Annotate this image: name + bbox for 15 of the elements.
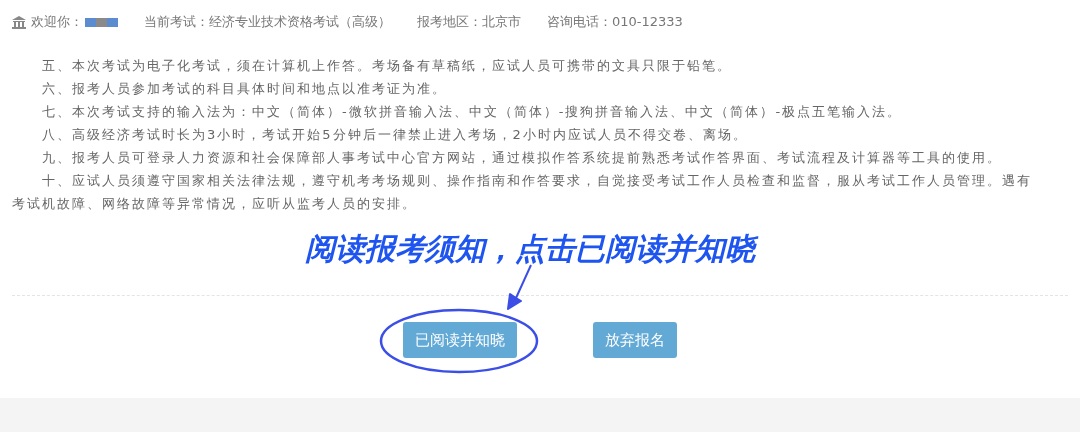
header-info: 咨询电话：010-12333 [547,13,683,31]
pointer-arrow [507,264,533,310]
notice-paragraph: 九、报考人员可登录人力资源和社会保障部人事考试中心官方网站，通过模拟作答系统提前熟悉考试作答界面、考试流程及计算器等工具的使用。 [41,149,1003,167]
abandon-button[interactable]: 放弃报名 [593,322,677,358]
notice-paragraph: 十、应试人员须遵守国家相关法律法规，遵守机考考场规则、操作指南和作答要求，自觉接受考试工作人员检查和监督，服从考试工作人员管理。遇有考试机故障、网络故障等异常情况，应听从监考人员的安排。 [12,172,1033,213]
header-info: 报考地区：北京市 [417,13,521,31]
notice-paragraph: 六、报考人员参加考试的科目具体时间和地点以准考证为准。 [41,80,448,98]
confirm-button[interactable]: 已阅读并知晓 [403,322,517,358]
redacted-name-drawing [85,17,118,27]
notice-paragraph: 五、本次考试为电子化考试，须在计算机上作答。考场备有草稿纸，应试人员可携带的文具只限于铅笔。 [41,57,733,75]
notice-paragraph: 八、高级经济考试时长为3小时，考试开始5分钟后一律禁止进入考场，2小时内应试人员不得交卷、离场。 [41,126,749,144]
notice-paragraph: 七、本次考试支持的输入法为：中文（简体）-微软拼音输入法、中文（简体）-搜狗拼音输入法、中文（简体）-极点五笔输入法。 [41,103,904,121]
bank-icon [12,15,26,29]
header-info: 当前考试：经济专业技术资格考试（高级） [144,13,391,31]
welcome-label: 欢迎你： [31,13,83,31]
